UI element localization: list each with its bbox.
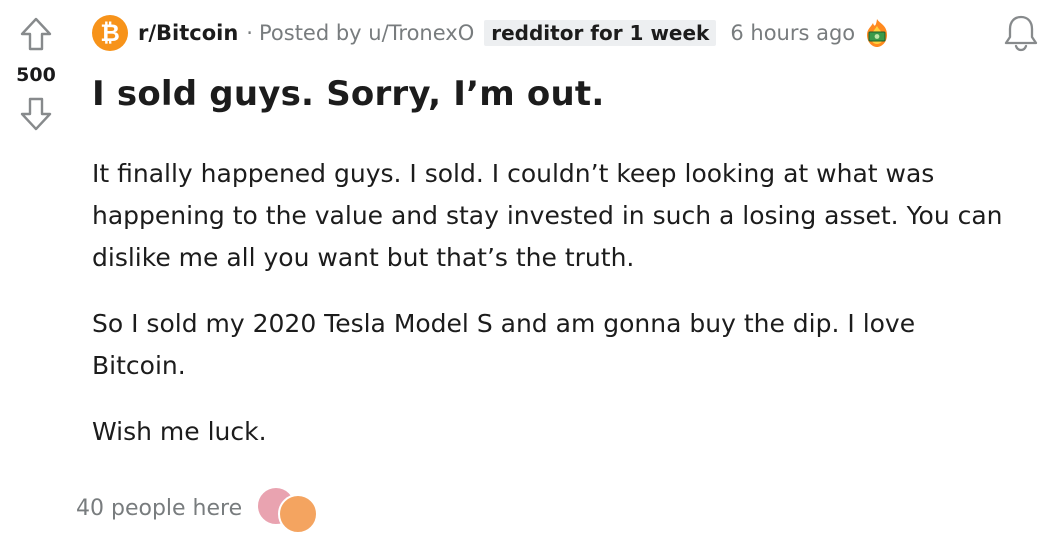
user-flair: redditor for 1 week	[484, 20, 717, 46]
notification-bell-icon[interactable]	[1000, 12, 1042, 54]
avatar	[278, 494, 319, 534]
meta-separator: ·	[246, 21, 253, 45]
vote-column: 500	[12, 14, 60, 134]
post-time[interactable]: 6 hours ago	[730, 21, 855, 45]
post-paragraph: So I sold my 2020 Tesla Model S and am g…	[92, 309, 916, 380]
post-paragraph: It finally happened guys. I sold. I coul…	[92, 159, 1003, 272]
post-meta: ₿ r/Bitcoin · Posted by u/TronexO reddit…	[92, 14, 893, 52]
subreddit-link[interactable]: r/Bitcoin	[138, 21, 238, 45]
downvote-button[interactable]	[16, 94, 56, 134]
upvote-arrow-icon	[20, 17, 52, 51]
bitcoin-icon[interactable]: ₿	[92, 15, 128, 51]
presence-count: 40 people here	[76, 495, 243, 521]
post-body: It finally happened guys. I sold. I coul…	[92, 153, 1012, 477]
post-title[interactable]: I sold guys. Sorry, I’m out.	[92, 74, 604, 114]
vote-score: 500	[16, 64, 56, 86]
upvote-button[interactable]	[16, 14, 56, 54]
post-paragraph: Wish me luck.	[92, 417, 267, 446]
posted-by[interactable]: Posted by u/TronexO	[259, 21, 474, 45]
money-award-icon[interactable]	[861, 17, 893, 49]
presence-indicator: 40 people here	[76, 486, 326, 534]
avatar-stack	[256, 486, 326, 534]
downvote-arrow-icon	[20, 97, 52, 131]
